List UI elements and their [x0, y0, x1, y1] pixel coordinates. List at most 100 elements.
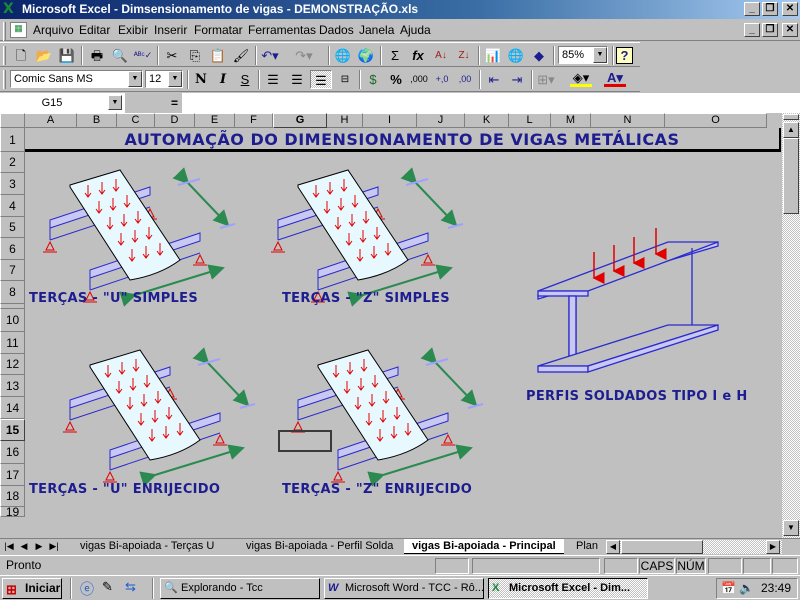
scroll-right-button[interactable]: ▶	[766, 540, 780, 554]
decrease-decimal-icon[interactable]: ,00	[454, 70, 476, 89]
align-left-icon[interactable]: ☰	[262, 70, 284, 89]
currency-icon[interactable]: $	[362, 70, 384, 89]
menu-ferramentas[interactable]: Ferramentas	[248, 23, 316, 37]
hyperlink-icon[interactable]: 🌐	[332, 46, 354, 65]
zoom-select[interactable]: 85% ▼	[558, 46, 608, 64]
task-excel[interactable]: X Microsoft Excel - Dim...	[488, 578, 648, 599]
menu-dados[interactable]: Dados	[319, 23, 354, 37]
tab-plan[interactable]: Plan	[570, 539, 604, 554]
close-button[interactable]: ✕	[782, 2, 798, 16]
underline-button[interactable]: S	[234, 70, 256, 89]
bold-button[interactable]: N	[190, 70, 212, 89]
undo-icon[interactable]: ↶▾	[259, 46, 281, 65]
start-button[interactable]: ⊞ Iniciar	[2, 578, 62, 599]
paste-icon[interactable]: 📋	[207, 46, 229, 65]
doc-restore-button[interactable]: ❐	[762, 23, 778, 37]
menu-inserir[interactable]: Inserir	[154, 23, 187, 37]
chart-wizard-icon[interactable]: 📊	[482, 46, 504, 65]
desktop-icon[interactable]: ✎	[102, 579, 113, 595]
doc-close-button[interactable]: ✕	[782, 23, 798, 37]
menu-exibir[interactable]: Exibir	[118, 23, 148, 37]
formula-input[interactable]	[182, 93, 800, 113]
font-select[interactable]: Comic Sans MS ▼	[10, 70, 143, 88]
horizontal-scroll-thumb[interactable]	[621, 540, 703, 554]
new-icon[interactable]: 🗋	[10, 46, 32, 65]
menu-editar[interactable]: Editar	[79, 23, 110, 37]
increase-decimal-icon[interactable]: +,0	[431, 70, 453, 89]
status-pane	[435, 558, 469, 574]
vertical-scrollbar[interactable]: ▲ ▼	[782, 113, 800, 538]
function-icon[interactable]: fx	[407, 46, 429, 65]
menu-formatar[interactable]: Formatar	[194, 23, 243, 37]
fill-color-icon[interactable]: ◈▾	[570, 70, 592, 87]
web-toolbar-icon[interactable]: 🌍	[355, 46, 377, 65]
format-painter-icon[interactable]: 🖌	[230, 46, 252, 65]
help-icon[interactable]: ?	[616, 47, 633, 64]
menu-grip[interactable]	[3, 22, 6, 41]
chevron-down-icon[interactable]: ▼	[593, 47, 607, 63]
comma-style-button[interactable]: ,000	[408, 70, 430, 89]
decrease-indent-icon[interactable]: ⇤	[483, 70, 505, 89]
redo-icon[interactable]: ↷▾	[293, 46, 315, 65]
borders-icon[interactable]: ⊞▾	[535, 70, 557, 89]
sort-descending-icon[interactable]: Z↓	[453, 46, 475, 65]
minimize-button[interactable]: _	[744, 2, 760, 16]
scroll-down-button[interactable]: ▼	[783, 520, 799, 536]
task-explorer[interactable]: 🔍 Explorando - Tcc	[160, 578, 320, 599]
menu-arquivo[interactable]: Arquivo	[33, 23, 74, 37]
merge-center-icon[interactable]: ⊟	[334, 70, 356, 89]
sort-ascending-icon[interactable]: A↓	[430, 46, 452, 65]
clock[interactable]: 23:49	[761, 581, 791, 595]
toolbar-grip[interactable]	[3, 46, 6, 65]
align-right-icon[interactable]: ☰	[310, 70, 332, 89]
chevron-down-icon[interactable]: ▼	[108, 95, 122, 110]
print-icon[interactable]: 🖶	[86, 46, 108, 65]
selected-cell-g15[interactable]	[278, 430, 332, 452]
percent-button[interactable]: %	[385, 70, 407, 89]
chevron-down-icon[interactable]: ▼	[168, 71, 182, 87]
align-center-icon[interactable]: ☰	[286, 70, 308, 89]
map-icon[interactable]: 🌐	[505, 46, 527, 65]
print-preview-icon[interactable]: 🔍	[109, 46, 131, 65]
italic-button[interactable]: I	[212, 70, 234, 89]
next-sheet-icon[interactable]: ▶	[33, 540, 45, 553]
restore-button[interactable]: ❐	[762, 2, 778, 16]
vertical-scroll-thumb[interactable]	[783, 138, 799, 214]
menu-ajuda[interactable]: Ajuda	[400, 23, 431, 37]
workbook-icon[interactable]: ▦	[10, 22, 27, 38]
spelling-icon[interactable]: ᴬᴮᶜ✓	[132, 46, 154, 65]
tab-perfil-solda[interactable]: vigas Bi-apoiada - Perfil Solda	[238, 539, 401, 554]
save-icon[interactable]: 💾	[56, 46, 78, 65]
drawing-icon[interactable]: ◆	[528, 46, 550, 65]
ie-icon[interactable]: ⓔ	[80, 579, 94, 599]
equals-label[interactable]: =	[125, 93, 182, 113]
name-box[interactable]: G15 ▼	[0, 94, 124, 112]
cut-icon[interactable]: ✂	[161, 46, 183, 65]
tab-tercas-u[interactable]: vigas Bi-apoiada - Terças U	[72, 539, 222, 554]
menu-janela[interactable]: Janela	[359, 23, 394, 37]
chevron-down-icon[interactable]: ▼	[128, 71, 142, 87]
scroll-left-button[interactable]: ◀	[606, 540, 620, 554]
task-word[interactable]: W Microsoft Word - TCC - Rô...	[324, 578, 484, 599]
doc-minimize-button[interactable]: _	[744, 23, 760, 37]
copy-icon[interactable]: ⎘	[184, 46, 206, 65]
channels-icon[interactable]: ⇆	[125, 579, 136, 595]
split-handle[interactable]	[783, 114, 799, 120]
standard-toolbar: 🗋 📂 💾 🖶 🔍 ᴬᴮᶜ✓ ✂ ⎘ 📋 🖌 ↶▾ ↷▾ 🌐 🌍 Σ fx A↓…	[0, 42, 640, 67]
scheduler-icon[interactable]: 📅	[721, 579, 736, 598]
last-sheet-icon[interactable]: ▶|	[48, 540, 60, 553]
horizontal-scrollbar[interactable]: ◀ ▶	[606, 540, 782, 554]
first-sheet-icon[interactable]: |◀	[3, 540, 15, 553]
toolbar-grip[interactable]	[3, 70, 6, 89]
open-icon[interactable]: 📂	[33, 46, 55, 65]
font-size-select[interactable]: 12 ▼	[145, 70, 183, 88]
increase-indent-icon[interactable]: ⇥	[506, 70, 528, 89]
separator	[478, 46, 480, 65]
scroll-up-button[interactable]: ▲	[783, 122, 799, 138]
prev-sheet-icon[interactable]: ◀	[18, 540, 30, 553]
volume-icon[interactable]: 🔈	[739, 579, 754, 598]
autosum-icon[interactable]: Σ	[384, 46, 406, 65]
font-color-icon[interactable]: A▾	[604, 70, 626, 87]
tab-principal[interactable]: vigas Bi-apoiada - Principal	[404, 539, 564, 554]
font-value: Comic Sans MS	[14, 73, 93, 85]
